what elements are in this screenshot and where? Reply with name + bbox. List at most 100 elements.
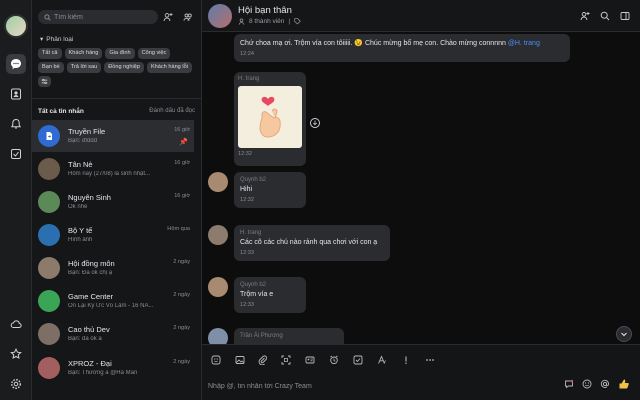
conversation-time: 16 giờ [174, 127, 190, 133]
composer-toolbar [202, 344, 640, 372]
urgent-icon[interactable] [400, 354, 412, 366]
message-bubble[interactable]: Chứ choa mạ ơi. Trộm vía con tôiiiii. 😉 … [234, 34, 570, 62]
conversation-name: XPROZ - Đại [68, 359, 112, 368]
composer-actions [564, 378, 630, 390]
text-format-icon[interactable] [376, 354, 388, 366]
message-time: 12:32 [240, 197, 254, 203]
conversation-time: 2 ngày [173, 292, 190, 298]
message-list: Chứ choa mạ ơi. Trộm vía con tôiiiii. 😉 … [202, 32, 640, 344]
sender-avatar[interactable] [208, 172, 228, 192]
sender-avatar[interactable] [208, 328, 228, 344]
conversation-list: ▾ Phân loại Tất cả Khách hàng Gia đình C… [32, 0, 230, 400]
tag-icon[interactable] [294, 18, 301, 25]
search-input[interactable] [54, 13, 149, 21]
reminder-icon[interactable] [328, 354, 340, 366]
conversation-name: Truyền File [68, 127, 106, 136]
conversation-item[interactable]: Truyền File Bạn: dfddd 16 giờ 📌 [32, 120, 194, 152]
star-icon[interactable] [6, 344, 26, 364]
pin-icon: 📌 [179, 139, 188, 146]
bell-icon[interactable] [6, 114, 26, 134]
message-text: Trộm vía e [240, 291, 274, 298]
conversation-item[interactable]: Nguyên Sinh Ok nhé 16 giờ [32, 186, 194, 218]
sidebar-toggle-icon[interactable] [620, 11, 630, 21]
message-text: Chứ choa mạ ơi. Trộm vía con tôiiiii. 😉 … [240, 40, 540, 47]
add-friend-icon[interactable] [162, 11, 174, 23]
conversation-time: 2 ngày [173, 259, 190, 265]
file-transfer-avatar [38, 125, 60, 147]
chip-all[interactable]: Tất cả [38, 48, 62, 59]
thumbs-up-icon[interactable] [618, 378, 630, 390]
conversation-item[interactable]: Cao thủ Dev Bạn: da ok a 2 ngày [32, 318, 194, 350]
nav-rail [0, 0, 32, 400]
mark-read-link[interactable]: Đánh dấu đã đọc [149, 108, 195, 114]
settings-icon[interactable] [6, 374, 26, 394]
conversation-item[interactable]: Game Center Ôn Lại Ký Ức Võ Lâm - 16 NĂ.… [32, 285, 194, 317]
image-icon[interactable] [234, 354, 246, 366]
conversation-time: Hôm qua [167, 226, 190, 232]
message-sender: Trần Ái Phương [240, 333, 283, 339]
chevron-down-icon: ▾ [40, 36, 44, 43]
message-sender: Quynh b2 [240, 282, 267, 288]
mention-icon[interactable] [600, 379, 610, 389]
conversation-name: Nguyên Sinh [68, 193, 111, 202]
chip-customer-error[interactable]: Khách hàng lỗi [146, 62, 192, 73]
heart-hand-sticker [238, 86, 302, 148]
conversation-item[interactable]: Bộ Y tế Hình ảnh Hôm qua [32, 219, 194, 251]
sender-avatar[interactable] [208, 277, 228, 297]
todo-icon[interactable] [6, 144, 26, 164]
chat-icon[interactable] [6, 54, 26, 74]
chip-work[interactable]: Công việc [137, 48, 171, 59]
contact-card-icon[interactable] [304, 354, 316, 366]
message-bubble[interactable]: Quynh b2 Hihi 12:32 [234, 172, 306, 208]
search-icon[interactable] [600, 11, 610, 21]
contacts-icon[interactable] [6, 84, 26, 104]
sticker-icon[interactable] [210, 354, 222, 366]
message-bubble[interactable]: Trần Ái Phương [234, 328, 344, 344]
conversation-preview: Ôn Lại Ký Ức Võ Lâm - 16 NĂ... [68, 303, 154, 309]
conversation-time: 2 ngày [173, 325, 190, 331]
conversation-name: Tân Nè [68, 160, 93, 169]
scroll-down-button[interactable] [616, 326, 632, 342]
chat-header: Hội bạn thân 8 thành viên | [202, 0, 640, 32]
conversation-preview: Bạn: da ok a [68, 336, 102, 342]
avatar [38, 357, 60, 379]
quick-message-icon[interactable] [564, 379, 574, 389]
user-avatar[interactable] [4, 14, 28, 38]
emoji-icon[interactable] [582, 379, 592, 389]
avatar [38, 290, 60, 312]
mention-link[interactable]: @H. trang [508, 40, 540, 47]
chip-colleagues[interactable]: Đồng nghiệp [104, 62, 144, 73]
message-input[interactable] [208, 380, 508, 392]
chip-customer[interactable]: Khách hàng [64, 48, 103, 59]
message-time: 12:24 [240, 51, 254, 57]
conversation-name: Game Center [68, 292, 114, 301]
download-icon[interactable] [310, 118, 320, 128]
group-avatar[interactable] [208, 4, 232, 28]
attachment-icon[interactable] [257, 354, 269, 366]
filter-settings-icon[interactable] [38, 76, 51, 87]
group-name[interactable]: Hội bạn thân [238, 5, 292, 16]
add-member-icon[interactable] [580, 11, 590, 21]
cloud-icon[interactable] [6, 314, 26, 334]
category-header[interactable]: ▾ Phân loại [40, 35, 73, 44]
chip-reply-later[interactable]: Trả lời sau [66, 62, 102, 73]
search-box[interactable] [38, 10, 158, 24]
create-group-icon[interactable] [182, 11, 194, 23]
message-bubble[interactable]: Quynh b2 Trộm vía e 12:33 [234, 277, 306, 313]
divider: | [288, 18, 291, 25]
chip-family[interactable]: Gia đình [105, 48, 135, 59]
chip-friends[interactable]: Bạn bè [38, 62, 64, 73]
conversation-item[interactable]: XPROZ - Đại Bạn: Thương a @Hà Mẫn 2 ngày [32, 352, 194, 384]
sender-avatar[interactable] [208, 225, 228, 245]
screenshot-icon[interactable] [280, 354, 292, 366]
message-bubble[interactable]: H. trang Các cô các chú nào rảnh qua chơ… [234, 225, 390, 261]
member-count[interactable]: 8 thành viên | [238, 18, 301, 25]
conversation-name: Bộ Y tế [68, 226, 93, 235]
sticker-message[interactable]: H. trang 12:32 [234, 72, 306, 166]
more-icon[interactable] [424, 354, 436, 366]
task-icon[interactable] [352, 354, 364, 366]
conversation-item[interactable]: Hội đồng môn Bạn: Đa ok chị ạ 2 ngày [32, 252, 194, 284]
conversation-preview: Ok nhé [68, 204, 88, 210]
search-icon [44, 13, 51, 21]
conversation-item[interactable]: Tân Nè Hôm nay (27/08) là sinh nhật... 1… [32, 153, 194, 185]
